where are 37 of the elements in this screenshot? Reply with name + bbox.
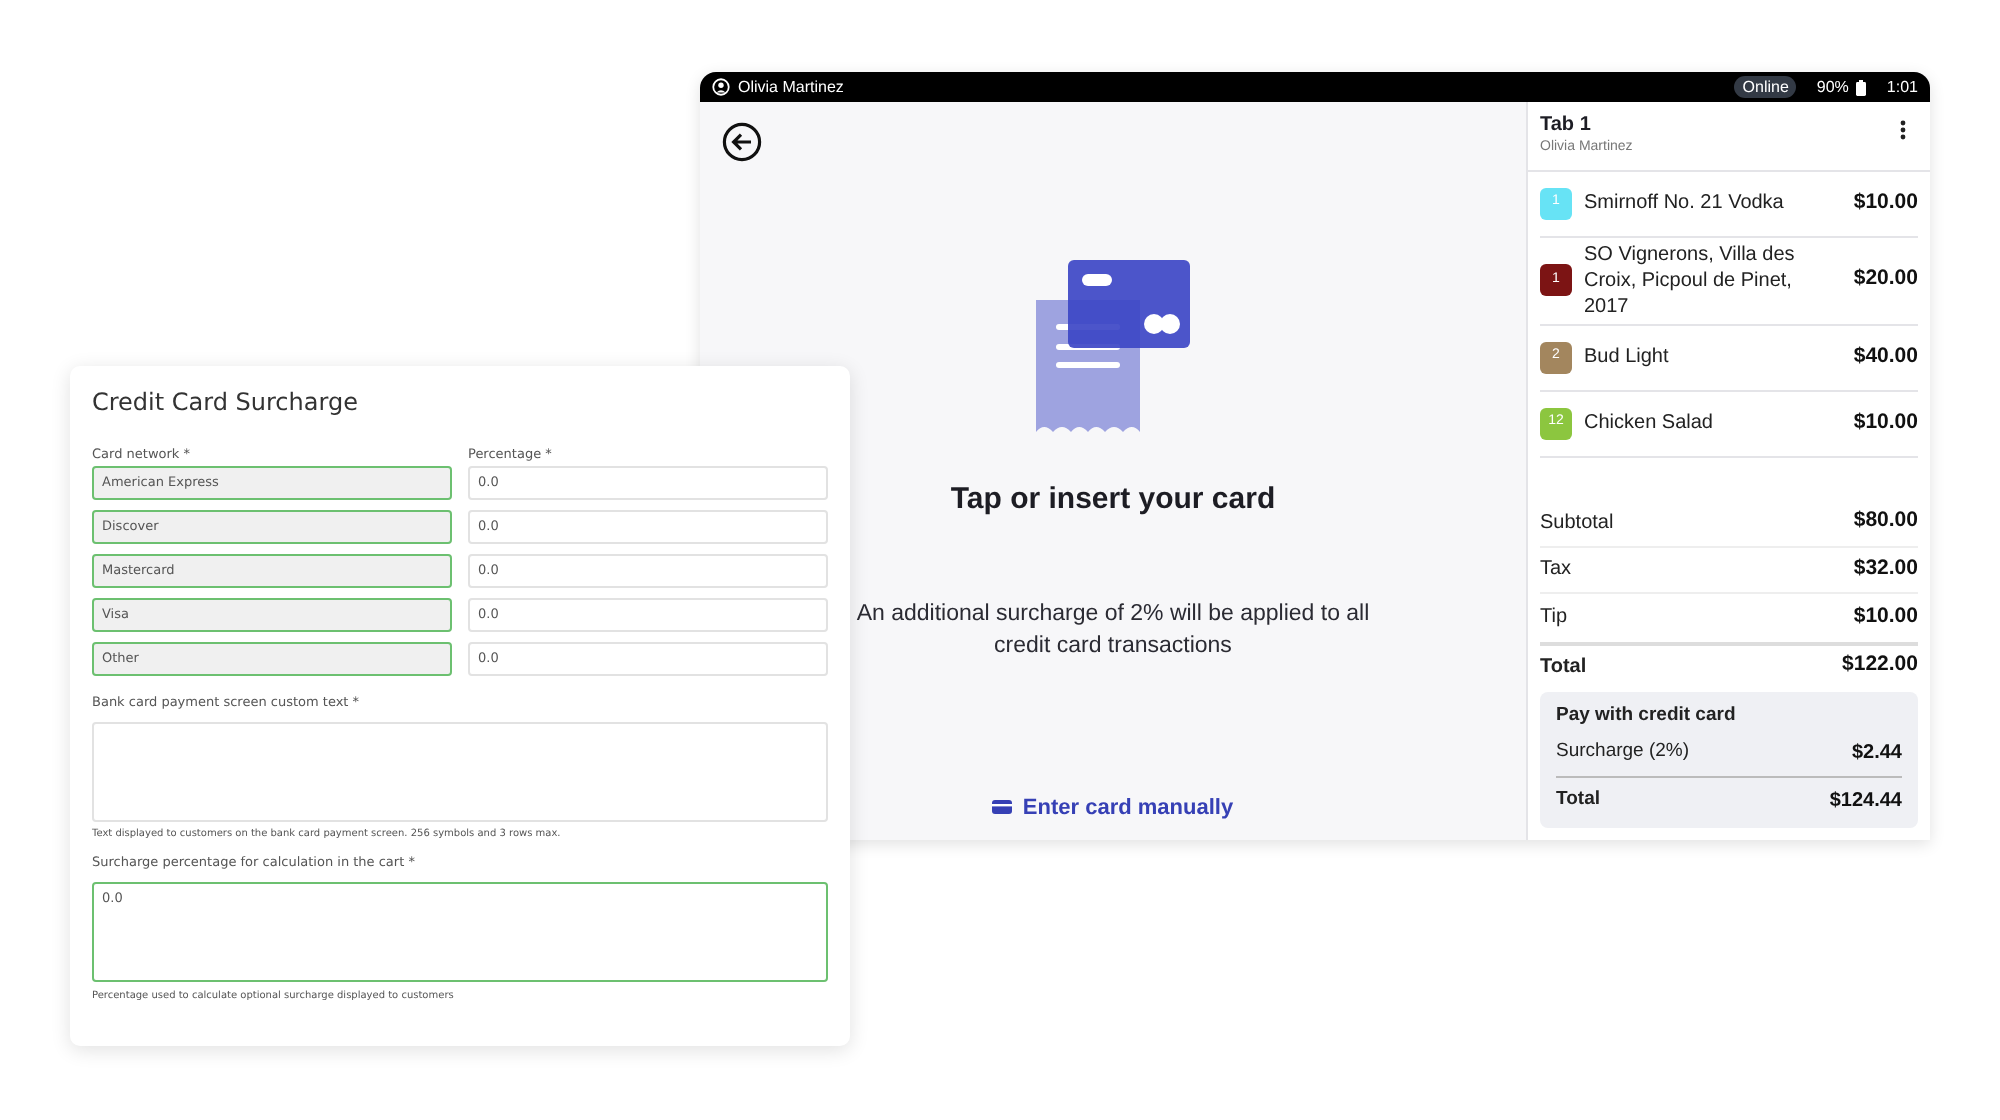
user-icon bbox=[712, 78, 730, 96]
total-label: Tax bbox=[1540, 556, 1572, 585]
battery-level: 90% bbox=[1816, 75, 1849, 99]
custom-text-field[interactable] bbox=[92, 722, 828, 822]
enter-card-manually-link[interactable]: Enter card manually bbox=[992, 791, 1234, 824]
tab-title: Tab 1 bbox=[1540, 112, 1593, 138]
total-label: Tip bbox=[1540, 604, 1568, 633]
total-value: $80.00 bbox=[1853, 506, 1918, 537]
item-price: $40.00 bbox=[1853, 341, 1918, 372]
credit-card-title: Pay with credit card bbox=[1556, 702, 1738, 730]
payment-title: Tap or insert your card bbox=[950, 480, 1276, 520]
item-name: SO Vignerons, Villa des Croix, Picpoul de Pinet, 2017 bbox=[1584, 241, 1797, 319]
summary-value: $2.44 bbox=[1851, 740, 1902, 768]
battery-icon bbox=[1856, 79, 1867, 95]
total-value: $122.00 bbox=[1842, 650, 1918, 681]
card-receipt-icon bbox=[1035, 260, 1191, 432]
more-icon[interactable] bbox=[1900, 120, 1906, 140]
total-label: Total bbox=[1540, 653, 1587, 682]
summary-label: Surcharge (2%) bbox=[1556, 738, 1690, 767]
item-price: $20.00 bbox=[1853, 264, 1918, 295]
clock: 1:01 bbox=[1886, 75, 1918, 99]
total-label: Subtotal bbox=[1540, 509, 1614, 538]
total-value: $32.00 bbox=[1853, 553, 1918, 584]
surcharge-message: An additional surcharge of 2% will be applied to all credit card transactions bbox=[854, 599, 1372, 661]
back-icon[interactable] bbox=[722, 122, 762, 162]
item-name: Smirnoff No. 21 Vodka bbox=[1584, 190, 1786, 216]
card-icon bbox=[992, 800, 1013, 815]
summary-label: Total bbox=[1556, 785, 1600, 814]
user-name: Olivia Martinez bbox=[738, 75, 844, 99]
item-name: Chicken Salad bbox=[1584, 410, 1715, 436]
item-price: $10.00 bbox=[1853, 407, 1918, 438]
total-value: $10.00 bbox=[1853, 601, 1918, 632]
online-badge: Online bbox=[1734, 76, 1797, 98]
form-title: Credit Card Surcharge bbox=[92, 388, 360, 416]
item-name: Bud Light bbox=[1584, 344, 1671, 370]
item-price: $10.00 bbox=[1853, 187, 1918, 218]
summary-value: $124.44 bbox=[1829, 787, 1902, 815]
